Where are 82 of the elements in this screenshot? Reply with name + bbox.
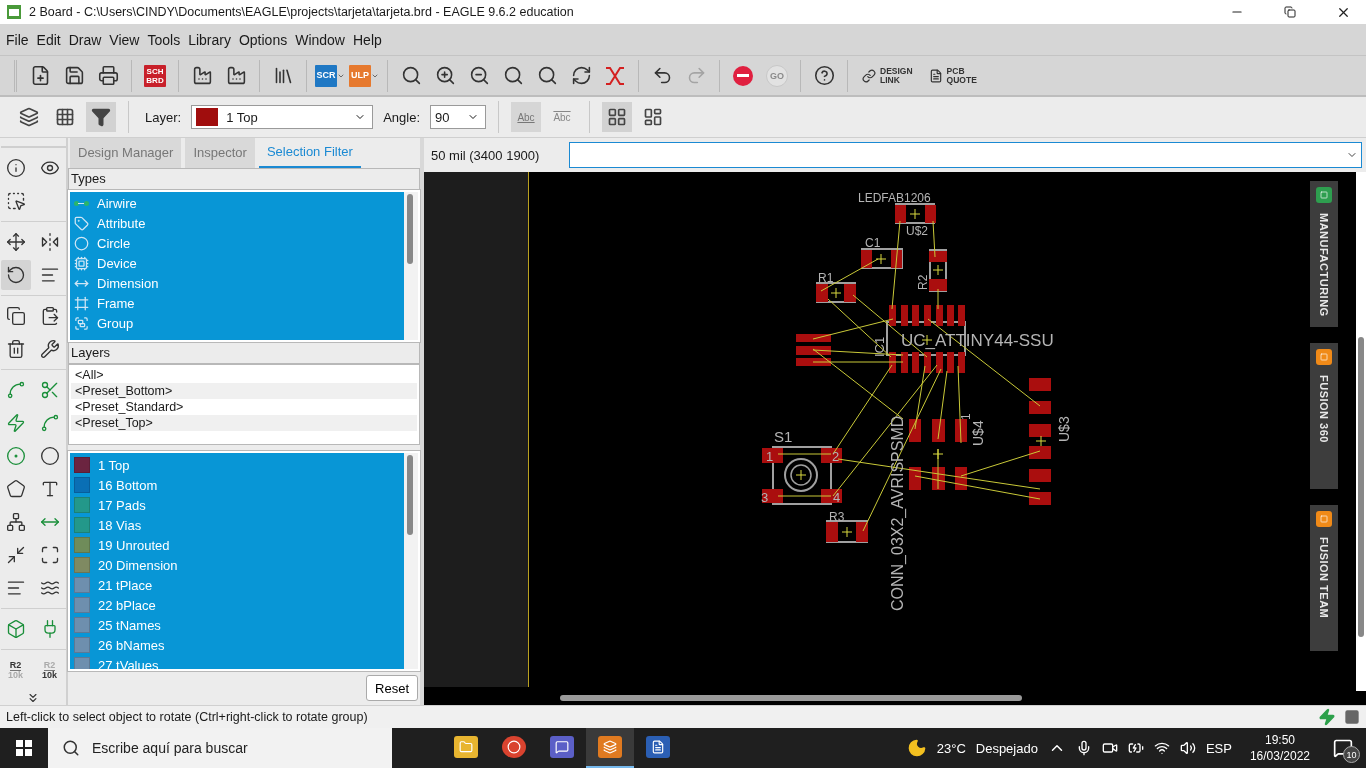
component-label: LEDFAB1206 <box>858 191 931 205</box>
airwire-type-icon <box>74 201 89 206</box>
search-icon[interactable] <box>62 739 80 757</box>
smash-name-button[interactable]: R2 10k <box>0 655 31 685</box>
section-header: Types <box>68 167 420 190</box>
filter-icon[interactable] <box>86 102 116 132</box>
reset-button[interactable]: Reset <box>366 675 418 701</box>
menu-item[interactable]: Draw <box>64 31 106 48</box>
temperature: 23°C <box>936 740 966 756</box>
menu-item[interactable]: Tools <box>143 31 185 48</box>
search-field[interactable]: Escribe aquí para buscar <box>48 728 392 768</box>
menu-item[interactable]: Help <box>349 31 386 48</box>
status-icon[interactable] <box>1344 709 1360 725</box>
layer-select[interactable]: 1 Top <box>191 105 374 129</box>
component-label: S1 <box>774 428 793 445</box>
weather-icon[interactable] <box>906 738 927 758</box>
battery-icon[interactable] <box>1127 740 1144 756</box>
link-icon[interactable] <box>862 68 876 83</box>
tab-logo-icon <box>1316 187 1332 203</box>
menu-item[interactable]: Library <box>184 31 235 48</box>
notification-button[interactable]: 10 <box>1328 733 1358 763</box>
language-indicator[interactable]: ESP <box>1205 740 1232 756</box>
eagle-icon[interactable] <box>586 728 634 768</box>
smash-value-button[interactable]: R2 10k <box>34 655 65 685</box>
command-input[interactable] <box>569 142 1362 168</box>
menu-item[interactable]: Edit <box>32 31 65 48</box>
manufacturing-tab[interactable]: MANUFACTURING <box>1310 181 1338 327</box>
word-icon-glyph <box>651 740 665 754</box>
menu-item[interactable]: View <box>105 31 144 48</box>
window-title: 2 Board - C:\Users\CINDY\Documents\EAGLE\projects\tarjeta\tarjeta.brd - EAGLE 9.6.2 education <box>29 5 575 19</box>
design-link-button[interactable]: DESIGN LINK <box>856 60 919 91</box>
lightning-icon[interactable] <box>1318 708 1336 726</box>
section-header: Layers <box>68 342 420 364</box>
scrollbar-thumb[interactable] <box>560 695 1022 701</box>
component-label: U$4 <box>970 420 986 446</box>
coordinate-readout: 50 mil (3400 1900) <box>431 147 540 163</box>
component-label: 2 <box>832 449 840 464</box>
eagle-icon-glyph <box>603 740 617 754</box>
circle-type-icon <box>74 236 89 251</box>
volume-icon[interactable] <box>1179 740 1196 756</box>
pcb-quote-button[interactable]: PCB QUOTE <box>922 60 983 91</box>
component-label: U$3 <box>1056 416 1072 442</box>
layout-icon[interactable] <box>602 102 632 132</box>
component-label: 1 <box>959 413 973 420</box>
weather-text: Despejado <box>975 740 1038 756</box>
component-label: 4 <box>833 490 841 505</box>
document-icon[interactable] <box>928 68 943 83</box>
teams-icon-glyph <box>555 740 569 754</box>
component-label: R1 <box>818 271 834 285</box>
text-orientation-button[interactable]: Abc <box>511 102 541 132</box>
menu-item[interactable]: File <box>2 31 33 48</box>
panel-tab[interactable]: Design Manager <box>70 138 182 168</box>
panel-tab[interactable]: Inspector <box>185 138 255 168</box>
notification-count: 10 <box>1343 746 1360 763</box>
component-label: C1 <box>865 236 881 250</box>
component-label: U$2 <box>906 224 928 238</box>
camera-icon[interactable] <box>1101 740 1118 756</box>
mirrored-text-button[interactable]: Abc <box>547 102 577 132</box>
fusion-360-tab[interactable]: FUSION 360 <box>1310 343 1338 489</box>
tab-logo-icon <box>1316 349 1332 365</box>
wifi-icon[interactable] <box>1153 740 1170 756</box>
component-label: CONN_03X2_AVRISPSMD <box>889 415 906 611</box>
angle-select[interactable]: 90 <box>430 105 486 129</box>
angle-label: Angle: <box>383 109 420 125</box>
windows-logo-icon[interactable] <box>16 740 32 756</box>
component-label: IC1 <box>872 336 887 357</box>
component-label: R2 <box>916 274 930 290</box>
menu-item[interactable]: Window <box>291 31 349 48</box>
status-message: Left-click to select object to rotate (Ctrl+right-click to rotate group) <box>6 710 369 724</box>
clock[interactable]: 19:50 16/03/2022 <box>1249 732 1310 764</box>
group-type-icon <box>74 316 89 331</box>
layer-label: Layer: <box>145 109 182 125</box>
fusion-team-tab[interactable]: FUSION TEAM <box>1310 505 1338 651</box>
attribute-type-icon <box>74 216 89 231</box>
rotate-icon[interactable] <box>0 260 31 290</box>
tab-logo-icon <box>1316 511 1332 527</box>
folder-icon-glyph <box>459 740 473 754</box>
menu-item[interactable]: Options <box>234 31 292 48</box>
app-icon <box>6 4 22 20</box>
device-type-icon <box>74 256 89 271</box>
frame-type-icon <box>74 296 89 311</box>
component-label: 1 <box>766 449 774 464</box>
